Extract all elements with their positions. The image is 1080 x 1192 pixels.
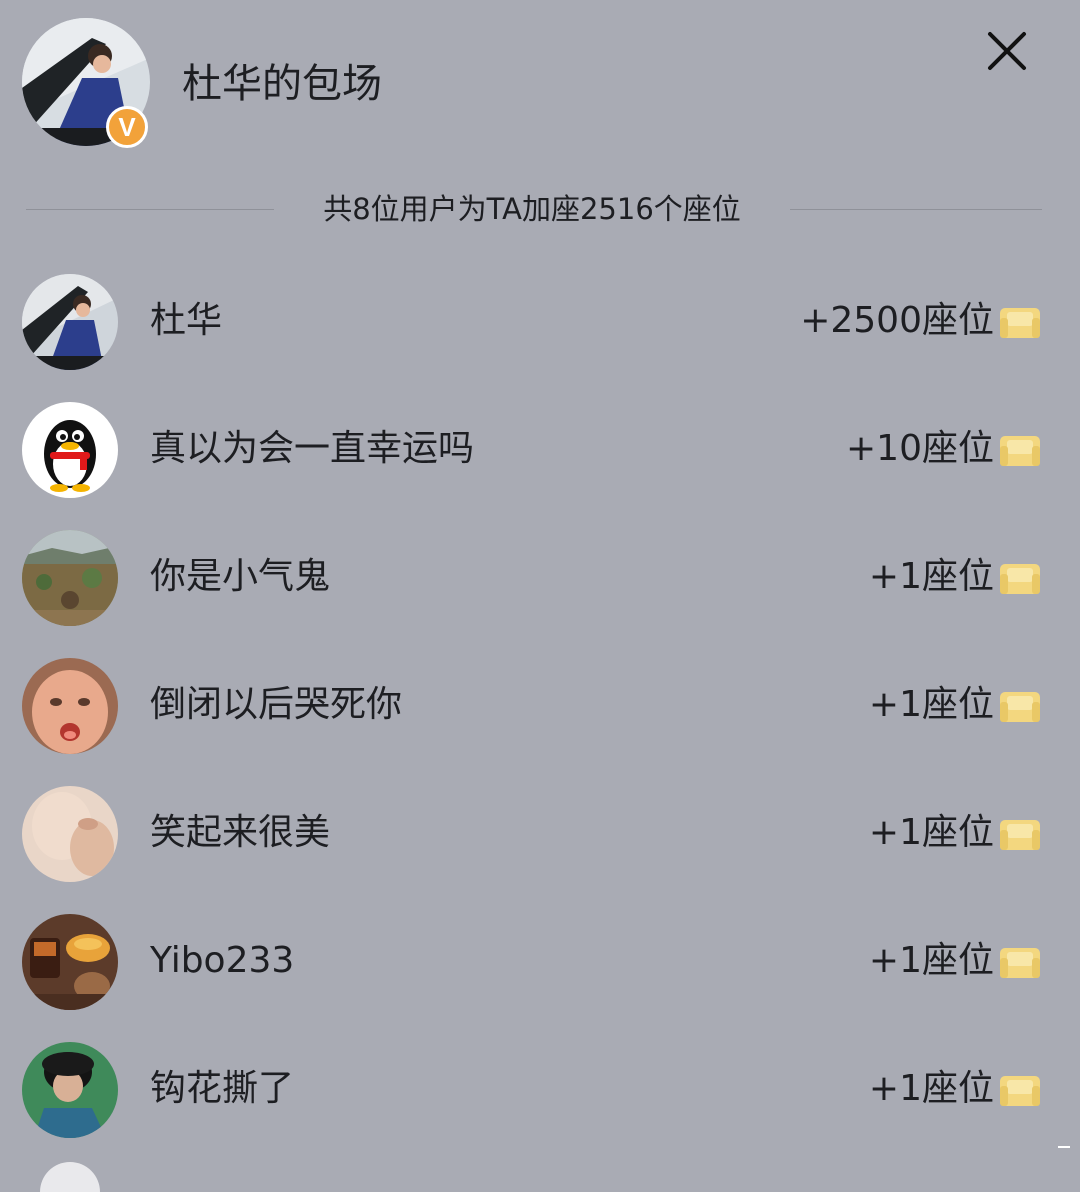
sofa-icon: [1000, 308, 1040, 338]
supporter-row[interactable]: 真以为会一直幸运吗 +10座位: [0, 386, 1080, 514]
supporter-name: 杜华: [150, 300, 223, 341]
seat-summary: 共8位用户为TA加座2516个座位: [323, 192, 741, 226]
close-icon: [988, 32, 1026, 70]
page-title: 杜华的包场: [182, 61, 382, 107]
child-face-avatar[interactable]: [22, 658, 118, 754]
seat-count: +1座位: [868, 556, 994, 597]
seat-count: +10座位: [846, 428, 994, 469]
close-button[interactable]: [978, 22, 1038, 82]
supporter-name: Yibo233: [150, 940, 295, 981]
supporter-name: 钩花撕了: [150, 1068, 295, 1109]
person-photo-avatar[interactable]: [22, 1042, 118, 1138]
penguin-avatar[interactable]: [22, 402, 118, 498]
supporter-name: 倒闭以后哭死你: [150, 684, 403, 725]
divider-left: [26, 209, 274, 210]
sofa-icon: [1000, 436, 1040, 466]
next-avatar-partial: [40, 1162, 100, 1192]
supporter-row[interactable]: Yibo233 +1座位: [0, 898, 1080, 1026]
supporter-row[interactable]: 你是小气鬼 +1座位: [0, 514, 1080, 642]
sofa-icon: [1000, 564, 1040, 594]
seat-count: +1座位: [868, 1068, 994, 1109]
supporter-row[interactable]: 倒闭以后哭死你 +1座位: [0, 642, 1080, 770]
supporter-name: 笑起来很美: [150, 812, 331, 853]
supporter-name: 你是小气鬼: [150, 556, 331, 597]
scroll-indicator: [1058, 1146, 1070, 1148]
hand-photo-avatar[interactable]: [22, 786, 118, 882]
seat-count: +1座位: [868, 684, 994, 725]
food-photo-avatar[interactable]: [22, 914, 118, 1010]
supporter-row[interactable]: 笑起来很美 +1座位: [0, 770, 1080, 898]
landscape-avatar[interactable]: [22, 530, 118, 626]
sofa-icon: [1000, 948, 1040, 978]
divider-right: [790, 209, 1042, 210]
supporter-row[interactable]: 杜华 +2500座位: [0, 258, 1080, 386]
photo-avatar[interactable]: [22, 274, 118, 370]
supporter-row[interactable]: 钩花撕了 +1座位: [0, 1026, 1080, 1154]
seat-count: +1座位: [868, 812, 994, 853]
header: V 杜华的包场: [0, 0, 1080, 170]
summary-row: 共8位用户为TA加座2516个座位: [0, 184, 1080, 234]
seat-count: +1座位: [868, 940, 994, 981]
seat-count: +2500座位: [800, 300, 994, 341]
supporter-name: 真以为会一直幸运吗: [150, 428, 475, 469]
supporter-list: 杜华 +2500座位 真以为会一直幸运吗 +10座位 你是小气鬼 +1座位 倒闭…: [0, 258, 1080, 1154]
sofa-icon: [1000, 820, 1040, 850]
verified-badge: V: [106, 106, 148, 148]
sofa-icon: [1000, 692, 1040, 722]
sofa-icon: [1000, 1076, 1040, 1106]
